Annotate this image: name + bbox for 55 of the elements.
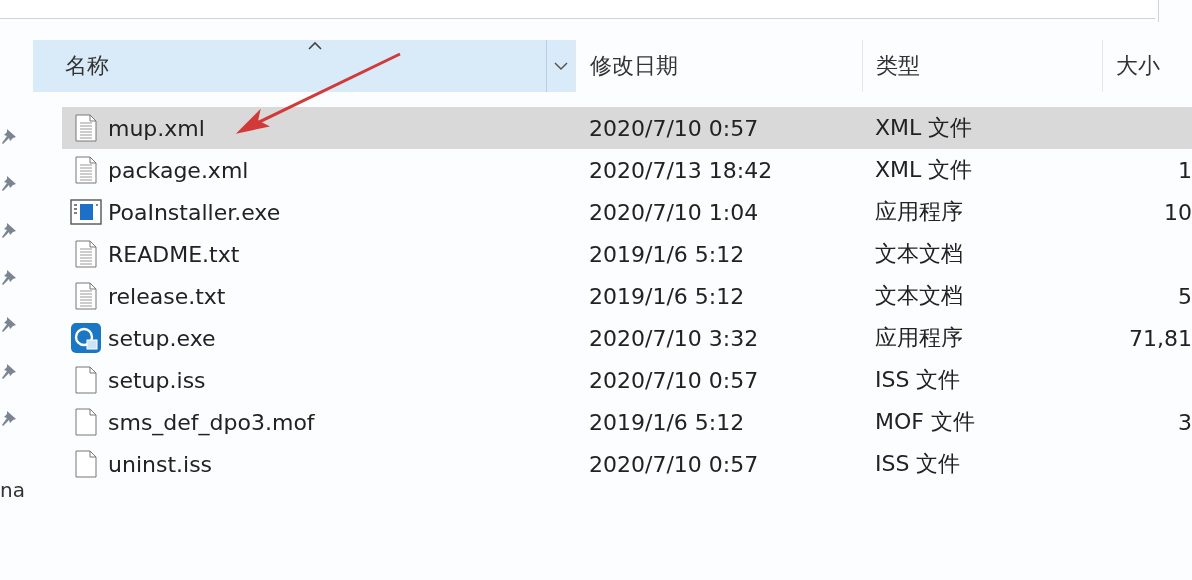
- file-name: release.txt: [108, 283, 226, 309]
- pin-icon[interactable]: [0, 362, 18, 380]
- file-row[interactable]: PoaInstaller.exe 2020/7/10 1:04 应用程序 10: [62, 191, 1192, 233]
- file-name: package.xml: [108, 157, 249, 183]
- file-type: ISS 文件: [875, 450, 961, 478]
- file-row[interactable]: uninst.iss 2020/7/10 0:57 ISS 文件: [62, 443, 1192, 485]
- file-size: 71,81: [1129, 325, 1192, 351]
- column-header[interactable]: 大小: [1102, 40, 1192, 92]
- file-type: 文本文档: [875, 282, 963, 310]
- file-type: MOF 文件: [875, 408, 975, 436]
- file-row[interactable]: sms_def_dpo3.mof 2019/1/6 5:12 MOF 文件 3: [62, 401, 1192, 443]
- pin-icon[interactable]: [0, 174, 18, 192]
- pin-icon[interactable]: [0, 315, 18, 333]
- date-modified: 2020/7/10 0:57: [589, 451, 759, 477]
- column-header[interactable]: 名称: [33, 40, 575, 92]
- file-name: README.txt: [108, 241, 240, 267]
- chevron-icon: [554, 61, 568, 71]
- file-name: uninst.iss: [108, 451, 213, 477]
- date-modified: 2020/7/10 0:57: [589, 367, 759, 393]
- column-header[interactable]: 修改日期: [575, 40, 862, 92]
- date-modified: 2020/7/13 18:42: [589, 157, 773, 183]
- file-name: setup.iss: [108, 367, 206, 393]
- pin-icon[interactable]: [0, 409, 18, 427]
- file-row[interactable]: setup.iss 2020/7/10 0:57 ISS 文件: [62, 359, 1192, 401]
- pane-border: [1158, 0, 1159, 22]
- file-row[interactable]: package.xml 2020/7/13 18:42 XML 文件 1: [62, 149, 1192, 191]
- file-row[interactable]: README.txt 2019/1/6 5:12 文本文档: [62, 233, 1192, 275]
- file-name: sms_def_dpo3.mof: [108, 409, 315, 435]
- file-row[interactable]: setup.exe 2020/7/10 3:32 应用程序 71,81: [62, 317, 1192, 359]
- file-name: mup.xml: [108, 115, 205, 141]
- pin-icon[interactable]: [0, 127, 18, 145]
- file-type: XML 文件: [875, 114, 973, 142]
- date-modified: 2020/7/10 0:57: [589, 115, 759, 141]
- pin-icon[interactable]: [0, 268, 18, 286]
- file-size: 5: [1178, 283, 1192, 309]
- column-header[interactable]: 类型: [862, 40, 1102, 92]
- file-row[interactable]: release.txt 2019/1/6 5:12 文本文档 5: [62, 275, 1192, 317]
- file-type: XML 文件: [875, 156, 973, 184]
- file-name: PoaInstaller.exe: [108, 199, 281, 225]
- date-modified: 2020/7/10 1:04: [589, 199, 759, 225]
- file-type: 应用程序: [875, 324, 963, 352]
- file-type: 应用程序: [875, 198, 963, 226]
- file-row[interactable]: mup.xml 2020/7/10 0:57 XML 文件: [62, 107, 1192, 149]
- date-modified: 2019/1/6 5:12: [589, 241, 745, 267]
- sidebar-item[interactable]: na: [0, 478, 25, 502]
- file-type: 文本文档: [875, 240, 963, 268]
- pin-icon[interactable]: [0, 221, 18, 239]
- date-modified: 2019/1/6 5:12: [589, 283, 745, 309]
- date-modified: 2020/7/10 3:32: [589, 325, 759, 351]
- file-size: 3: [1178, 409, 1192, 435]
- file-size: 10: [1164, 199, 1192, 225]
- file-name: setup.exe: [108, 325, 216, 351]
- file-size: 1: [1178, 157, 1192, 183]
- date-modified: 2019/1/6 5:12: [589, 409, 745, 435]
- file-type: ISS 文件: [875, 366, 961, 394]
